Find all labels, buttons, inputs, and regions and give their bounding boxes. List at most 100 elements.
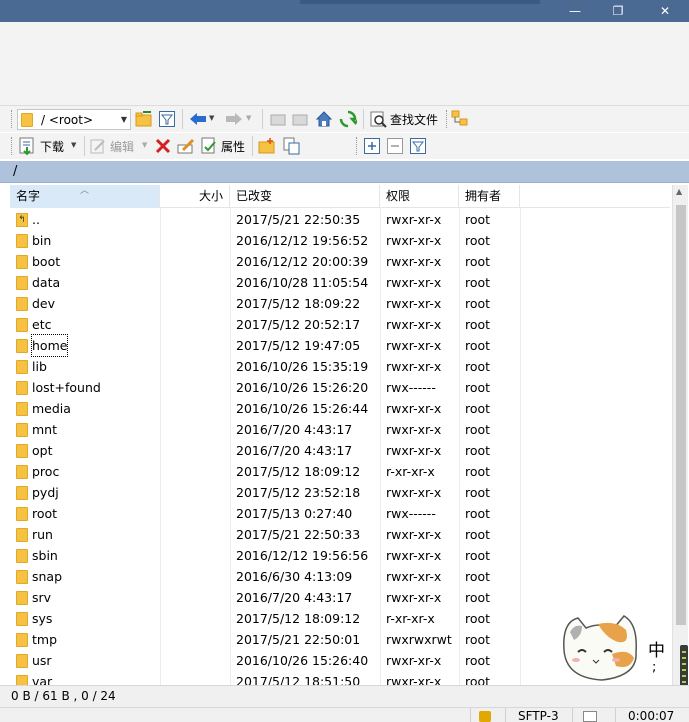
chevron-down-icon[interactable]: ▼ xyxy=(121,115,127,124)
table-row[interactable]: proc 2017/5/12 18:09:12 r-xr-xr-x root xyxy=(10,461,670,482)
forward-dropdown-icon[interactable]: ▼ xyxy=(246,114,251,122)
ime-punctuation-indicator[interactable]: ; xyxy=(652,660,656,675)
edit-button[interactable]: 编辑 xyxy=(110,138,134,155)
folder-icon xyxy=(16,296,28,311)
toolbar-grip[interactable] xyxy=(446,110,449,128)
navigation-toolbar: / <root> ▼ ▼ ▼ 查找文件 xyxy=(0,106,689,132)
table-row[interactable]: bin 2016/12/12 19:56:52 rwxr-xr-x root xyxy=(10,230,670,251)
refresh-icon xyxy=(339,110,357,128)
current-path: / xyxy=(13,164,18,179)
cell-owner: root xyxy=(465,401,491,416)
column-header-size[interactable]: 大小 xyxy=(160,185,230,208)
minimize-button[interactable]: — xyxy=(555,0,595,22)
folder-icon xyxy=(16,401,28,416)
maximize-button[interactable]: ❐ xyxy=(598,0,638,22)
folder-icon xyxy=(16,380,28,395)
close-button[interactable]: ✕ xyxy=(645,0,685,22)
delete-button[interactable] xyxy=(153,136,173,156)
table-row[interactable]: media 2016/10/26 15:26:44 rwxr-xr-x root xyxy=(10,398,670,419)
back-dropdown-icon[interactable]: ▼ xyxy=(209,114,214,122)
cell-rights: rwxr-xr-x xyxy=(386,296,442,311)
forward-button[interactable] xyxy=(224,109,244,129)
cell-rights: rwxrwxrwt xyxy=(386,632,452,647)
tree-view-button[interactable] xyxy=(450,109,470,129)
table-row[interactable]: boot 2016/12/12 20:00:39 rwxr-xr-x root xyxy=(10,251,670,272)
scrollbar-thumb[interactable] xyxy=(676,205,686,625)
folder-icon xyxy=(16,674,28,685)
parent-directory-button[interactable] xyxy=(268,109,288,129)
file-list[interactable]: ︿ 名字 大小 已改变 权限 拥有者 ↰.. 2017/5/21 22:50:35… xyxy=(10,185,688,685)
table-row[interactable]: run 2017/5/21 22:50:33 rwxr-xr-x root xyxy=(10,524,670,545)
parent-directory-icon: ↰ xyxy=(16,212,28,227)
back-button[interactable] xyxy=(188,109,208,129)
table-row[interactable]: snap 2016/6/30 4:13:09 rwxr-xr-x root xyxy=(10,566,670,587)
cell-name: srv xyxy=(16,587,156,608)
download-dropdown-icon[interactable]: ▼ xyxy=(71,141,76,149)
cell-name: dev xyxy=(16,293,156,314)
cell-changed: 2017/5/12 18:09:22 xyxy=(236,296,361,311)
table-row[interactable]: data 2016/10/28 11:05:54 rwxr-xr-x root xyxy=(10,272,670,293)
session-window-icon[interactable] xyxy=(572,708,612,722)
filter-files-button[interactable] xyxy=(408,136,428,156)
toolbar-grip[interactable] xyxy=(11,110,14,128)
select-files-button[interactable] xyxy=(362,136,382,156)
edit-dropdown-icon[interactable]: ▼ xyxy=(142,141,147,149)
table-row[interactable]: lib 2016/10/26 15:35:19 rwxr-xr-x root xyxy=(10,356,670,377)
cell-changed: 2016/6/30 4:13:09 xyxy=(236,569,353,584)
cell-changed: 2017/5/21 22:50:33 xyxy=(236,527,361,542)
cell-owner: root xyxy=(465,275,491,290)
minus-icon xyxy=(387,138,403,154)
table-row[interactable]: home 2017/5/12 19:47:05 rwxr-xr-x root xyxy=(10,334,670,357)
vertical-scrollbar[interactable]: ▲ xyxy=(672,185,688,685)
current-path-bar: / xyxy=(0,161,689,183)
cell-rights: rwx------ xyxy=(386,506,436,521)
cell-changed: 2016/10/26 15:35:19 xyxy=(236,359,369,374)
find-files-button[interactable]: 查找文件 xyxy=(390,111,438,128)
deselect-files-button[interactable] xyxy=(385,136,405,156)
refresh-button[interactable] xyxy=(338,109,358,129)
file-name: data xyxy=(32,275,61,290)
filter-button[interactable] xyxy=(157,109,177,129)
column-header-owner[interactable]: 拥有者 xyxy=(459,185,520,208)
cell-rights: r-xr-xr-x xyxy=(386,611,435,626)
table-row[interactable]: opt 2016/7/20 4:43:17 rwxr-xr-x root xyxy=(10,440,670,461)
open-directory-button[interactable] xyxy=(134,109,154,129)
rename-button[interactable] xyxy=(176,136,196,156)
cell-rights: rwxr-xr-x xyxy=(386,275,442,290)
table-row[interactable]: lost+found 2016/10/26 15:26:20 rwx------ ro… xyxy=(10,377,670,398)
scroll-up-icon[interactable]: ▲ xyxy=(676,187,682,196)
file-name: usr xyxy=(32,653,52,668)
path-combobox[interactable]: / <root> ▼ xyxy=(17,109,131,130)
table-row[interactable]: mnt 2016/7/20 4:43:17 rwxr-xr-x root xyxy=(10,419,670,440)
back-arrow-icon xyxy=(190,113,206,125)
encryption-lock-icon[interactable] xyxy=(470,708,500,722)
ime-mode-indicator[interactable]: 中 xyxy=(648,636,665,661)
column-header-changed[interactable]: 已改变 xyxy=(230,185,380,208)
home-icon xyxy=(315,111,333,127)
properties-button[interactable]: 属性 xyxy=(221,138,245,155)
toolbar-grip[interactable] xyxy=(11,137,14,155)
table-row[interactable]: etc 2017/5/12 20:52:17 rwxr-xr-x root xyxy=(10,314,670,335)
column-header-rights[interactable]: 权限 xyxy=(380,185,459,208)
table-row[interactable]: ↰.. 2017/5/21 22:50:35 rwxr-xr-x root xyxy=(10,209,670,230)
cell-owner: root xyxy=(465,296,491,311)
table-row[interactable]: pydj 2017/5/12 23:52:18 rwxr-xr-x root xyxy=(10,482,670,503)
table-row[interactable]: root 2017/5/13 0:27:40 rwx------ root xyxy=(10,503,670,524)
cell-owner: root xyxy=(465,485,491,500)
cell-rights: rwx------ xyxy=(386,380,436,395)
table-row[interactable]: dev 2017/5/12 18:09:22 rwxr-xr-x root xyxy=(10,293,670,314)
download-button[interactable]: 下载 xyxy=(40,138,64,155)
toolbar-grip[interactable] xyxy=(356,137,359,155)
copy-path-button[interactable] xyxy=(281,136,301,156)
file-name: bin xyxy=(32,233,52,248)
column-header-name[interactable]: ︿ 名字 xyxy=(10,185,160,208)
cell-changed: 2017/5/13 0:27:40 xyxy=(236,506,353,521)
cell-changed: 2016/10/26 15:26:20 xyxy=(236,380,369,395)
home-directory-button[interactable] xyxy=(314,109,334,129)
table-row[interactable]: srv 2016/7/20 4:43:17 rwxr-xr-x root xyxy=(10,587,670,608)
new-folder-button[interactable] xyxy=(257,136,277,156)
root-directory-button[interactable] xyxy=(290,109,310,129)
forward-arrow-icon xyxy=(226,113,242,125)
folder-icon xyxy=(16,275,28,290)
table-row[interactable]: sbin 2016/12/12 19:56:56 rwxr-xr-x root xyxy=(10,545,670,566)
